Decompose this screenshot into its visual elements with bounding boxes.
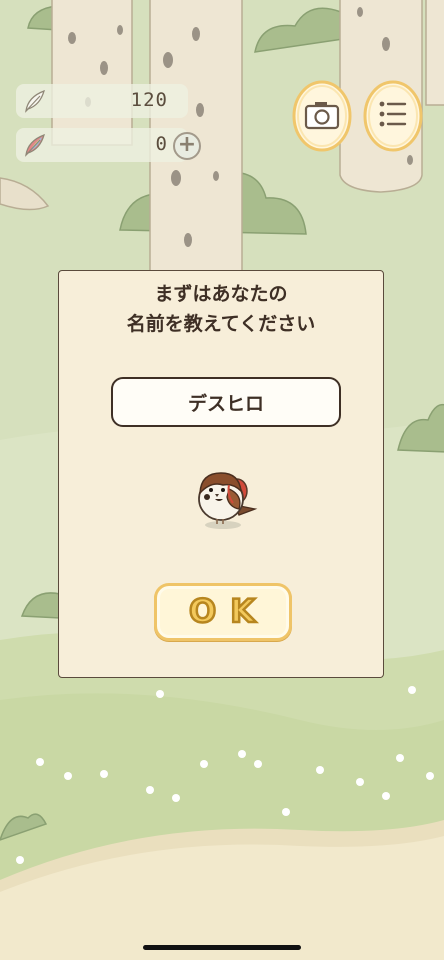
name-entry-dialog: まずはあなたの 名前を教えてください デスヒロ OK	[58, 270, 384, 678]
feather-counter: 120	[16, 84, 188, 118]
feather-icon	[22, 87, 50, 119]
rainbow-feather-count: 0	[155, 133, 168, 155]
camera-button[interactable]	[291, 78, 353, 152]
feather-count: 120	[130, 89, 168, 111]
name-input[interactable]	[111, 377, 341, 427]
game-screen: 120 0 + まずはあなたの 名前を教えてください デスヒロ OK	[0, 0, 444, 960]
menu-button[interactable]	[362, 78, 424, 152]
camera-icon	[304, 102, 340, 130]
rainbow-feather-icon	[22, 131, 50, 163]
ok-button[interactable]: OK	[154, 583, 292, 641]
add-rainbow-feather-button[interactable]: +	[173, 132, 201, 160]
rainbow-feather-counter: 0	[16, 128, 188, 162]
sparrow-icon	[189, 459, 261, 537]
plus-icon: +	[177, 132, 197, 157]
dialog-prompt: まずはあなたの 名前を教えてください	[126, 283, 316, 335]
home-indicator	[143, 945, 301, 950]
